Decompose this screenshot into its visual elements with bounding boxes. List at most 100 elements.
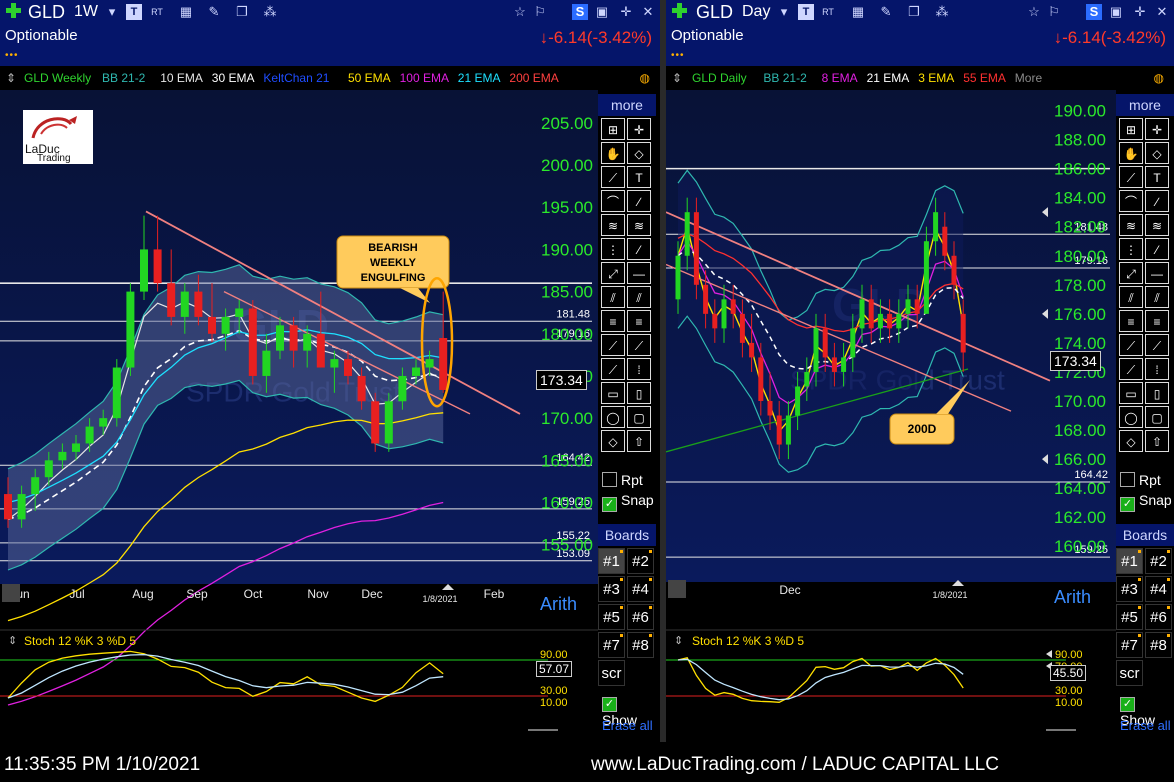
- pitchfork-tool-icon[interactable]: ⟋: [1119, 334, 1143, 356]
- flag-icon[interactable]: ⚐: [532, 4, 548, 20]
- parallel-tool-icon[interactable]: ⫽: [1145, 286, 1169, 308]
- save-icon[interactable]: ▣: [1108, 4, 1124, 20]
- snap-checkbox[interactable]: ✓ Snap: [602, 492, 654, 512]
- board-8-button[interactable]: #8: [1145, 632, 1172, 658]
- board-4-button[interactable]: #4: [1145, 576, 1172, 602]
- parallel-tool-icon[interactable]: ⫽: [627, 286, 651, 308]
- weekly-price-chart[interactable]: GLDSPDR Gold Trust181.48179.16164.42159.…: [0, 90, 660, 742]
- move-icon[interactable]: ✛: [618, 4, 634, 20]
- symbol-label[interactable]: GLD: [696, 2, 733, 23]
- legend-item[interactable]: 200 EMA: [509, 71, 558, 85]
- flag-icon[interactable]: ⚐: [1046, 4, 1062, 20]
- gann-tool-icon[interactable]: ⤢: [1119, 262, 1143, 284]
- scale-type[interactable]: Arith: [540, 594, 577, 615]
- time-zones-tool-icon[interactable]: ⁞: [1145, 358, 1169, 380]
- legend-item[interactable]: 3 EMA: [918, 71, 954, 85]
- checkmark-icon[interactable]: ✓: [1120, 697, 1135, 712]
- board-3-button[interactable]: #3: [1116, 576, 1143, 602]
- regression-tool-icon[interactable]: ⟋: [627, 334, 651, 356]
- share-icon[interactable]: ⁂: [934, 4, 950, 20]
- vertical-line-tool-icon[interactable]: ▯: [1145, 382, 1169, 404]
- legend-item[interactable]: 55 EMA: [963, 71, 1006, 85]
- diamond-tool-icon[interactable]: ◇: [1119, 430, 1143, 452]
- rt-icon[interactable]: RT: [149, 4, 165, 20]
- vertical-grid-tool-icon[interactable]: ⋮: [1119, 238, 1143, 260]
- eraser-tool-icon[interactable]: ◇: [627, 142, 651, 164]
- text-tool-icon[interactable]: T: [627, 166, 651, 188]
- interval-selector[interactable]: Day: [742, 3, 770, 21]
- checkbox-box[interactable]: [1120, 472, 1135, 487]
- levels-tool-icon[interactable]: ≡: [1119, 310, 1143, 332]
- date-marker-icon[interactable]: [442, 584, 454, 590]
- legend-item[interactable]: GLD Daily: [692, 71, 747, 85]
- symbol-label[interactable]: GLD: [28, 2, 65, 23]
- close-icon[interactable]: ✕: [1154, 4, 1170, 20]
- fan-tool-icon[interactable]: ≋: [1145, 214, 1169, 236]
- legend-item[interactable]: 8 EMA: [822, 71, 858, 85]
- dropdown-icon[interactable]: ▾: [104, 4, 120, 20]
- share-icon[interactable]: ⁂: [262, 4, 278, 20]
- crosshair-tool-icon[interactable]: ⊞: [1119, 118, 1143, 140]
- legend-item[interactable]: 50 EMA: [348, 71, 391, 85]
- more-tools-button[interactable]: more: [1116, 94, 1174, 116]
- circle-tool-icon[interactable]: ◯: [1119, 406, 1143, 428]
- board-1-button[interactable]: #1: [1116, 548, 1143, 574]
- star-icon[interactable]: ☆: [512, 4, 528, 20]
- add-symbol-icon[interactable]: [4, 1, 22, 19]
- move-icon[interactable]: ✛: [1132, 4, 1148, 20]
- board-4-button[interactable]: #4: [627, 576, 654, 602]
- rectangle-tool-icon[interactable]: ▭: [1119, 382, 1143, 404]
- weekly-chart-pane[interactable]: GLD 1W ▾ T RT ▦ ✎ ❐ ⁂ ☆ ⚐ S ▣ ✛ ✕ Option…: [0, 0, 660, 742]
- legend-item[interactable]: 30 EMA: [212, 71, 255, 85]
- board-7-button[interactable]: #7: [598, 632, 625, 658]
- menu-dots-icon[interactable]: •••: [671, 50, 685, 61]
- board-9-button[interactable]: scr: [598, 660, 625, 686]
- hand-tool-icon[interactable]: ✋: [601, 142, 625, 164]
- scale-type[interactable]: Arith: [1054, 587, 1091, 608]
- board-6-button[interactable]: #6: [1145, 604, 1172, 630]
- channel-tool-icon[interactable]: ⫽: [1119, 286, 1143, 308]
- square-tool-icon[interactable]: ▢: [627, 406, 651, 428]
- rt-icon[interactable]: RT: [820, 4, 836, 20]
- cycle-tool-icon[interactable]: ⟋: [601, 358, 625, 380]
- speed-lines-tool-icon[interactable]: ≡: [627, 310, 651, 332]
- legend-item[interactable]: GLD Weekly: [24, 71, 91, 85]
- levels-tool-icon[interactable]: ≡: [601, 310, 625, 332]
- checkbox-box[interactable]: [602, 472, 617, 487]
- calculator-icon[interactable]: ▦: [850, 4, 866, 20]
- arc-tool-icon[interactable]: ⌒: [1119, 190, 1143, 212]
- hand-tool-icon[interactable]: ✋: [1119, 142, 1143, 164]
- text-tool-icon[interactable]: T: [1145, 166, 1169, 188]
- arc-tool-icon[interactable]: ⌒: [601, 190, 625, 212]
- angle-tool-icon[interactable]: ⁄: [627, 238, 651, 260]
- scroll-icon[interactable]: [2, 584, 20, 602]
- arrow-tool-icon[interactable]: ⇧: [1145, 430, 1169, 452]
- pencil-icon[interactable]: ✎: [206, 4, 222, 20]
- folder-icon[interactable]: ❐: [906, 4, 922, 20]
- crosshair-tool-icon[interactable]: ⊞: [601, 118, 625, 140]
- board-8-button[interactable]: #8: [627, 632, 654, 658]
- text-icon[interactable]: T: [126, 4, 142, 20]
- add-symbol-icon[interactable]: [670, 1, 688, 19]
- trendline-tool-icon[interactable]: ⟋: [1119, 166, 1143, 188]
- legend-item[interactable]: 21 EMA: [458, 71, 501, 85]
- checkmark-icon[interactable]: ✓: [602, 497, 617, 512]
- color-palette-icon[interactable]: ◍: [640, 71, 650, 85]
- daily-price-chart[interactable]: GLDSPDR Gold Trust181.48179.16164.42159.…: [666, 90, 1174, 742]
- fib-tool-icon[interactable]: ≋: [601, 214, 625, 236]
- legend-item[interactable]: More: [1015, 71, 1042, 85]
- snap-checkbox[interactable]: ✓ Snap: [1120, 492, 1172, 512]
- erase-all-link[interactable]: Erase all: [1120, 718, 1171, 733]
- vertical-grid-tool-icon[interactable]: ⋮: [601, 238, 625, 260]
- interval-selector[interactable]: 1W: [74, 3, 98, 21]
- legend-expand-icon[interactable]: ⇕: [672, 71, 682, 85]
- legend-item[interactable]: 21 EMA: [867, 71, 910, 85]
- scroll-icon[interactable]: [668, 580, 686, 598]
- legend-item[interactable]: 10 EMA: [160, 71, 203, 85]
- fib-tool-icon[interactable]: ≋: [1119, 214, 1143, 236]
- rectangle-tool-icon[interactable]: ▭: [601, 382, 625, 404]
- diamond-tool-icon[interactable]: ◇: [601, 430, 625, 452]
- time-zones-tool-icon[interactable]: ⁞: [627, 358, 651, 380]
- board-9-button[interactable]: scr: [1116, 660, 1143, 686]
- board-2-button[interactable]: #2: [1145, 548, 1172, 574]
